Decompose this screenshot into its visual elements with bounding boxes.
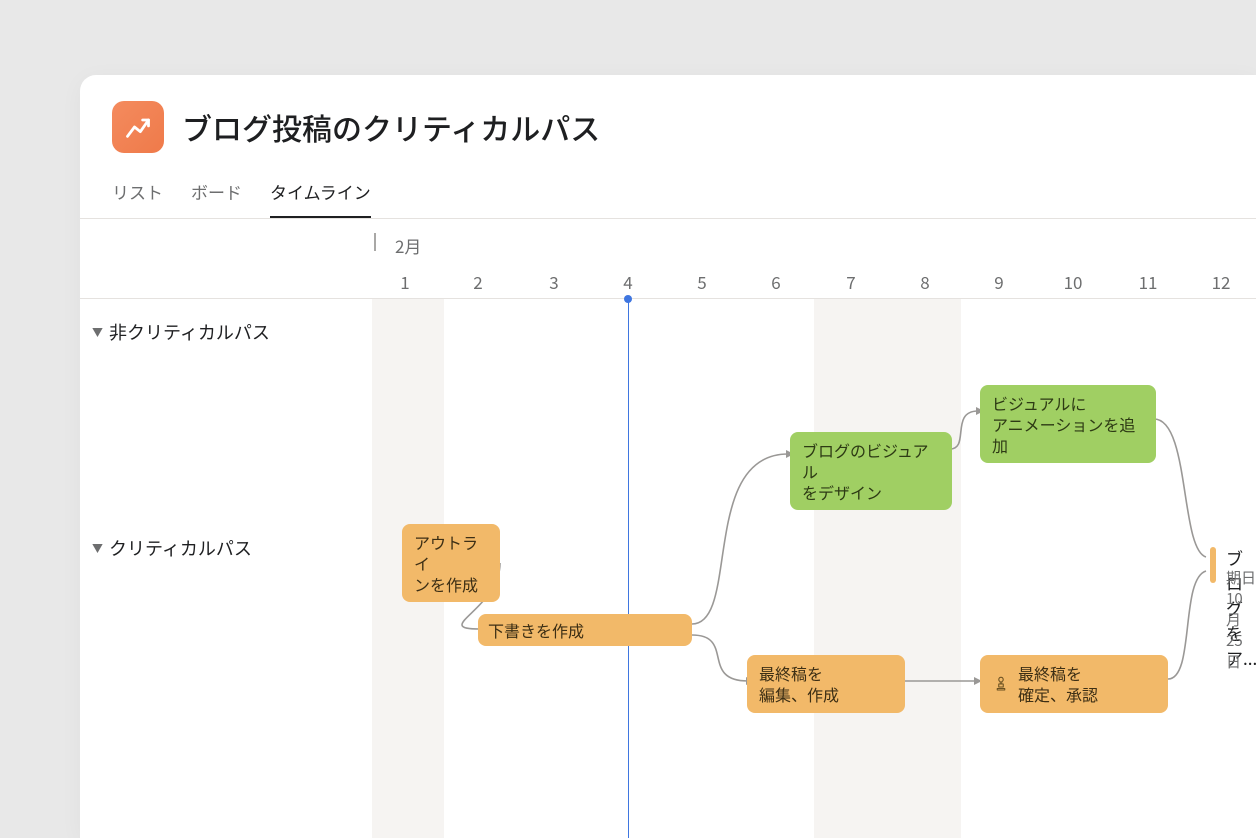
- day-6: 6: [771, 269, 780, 294]
- day-numbers: 1 2 3 4 5 6 7 8 9 10 11 12 13: [80, 269, 1256, 297]
- task-label-line: 編集、作成: [759, 684, 839, 705]
- view-tabs: リスト ボード タイムライン: [112, 179, 1224, 218]
- day-11: 11: [1139, 269, 1158, 294]
- task-draft[interactable]: 下書きを作成: [478, 614, 692, 646]
- chevron-down-icon: ▼: [92, 324, 103, 340]
- task-animate-visual[interactable]: ビジュアルに アニメーションを追加: [980, 385, 1156, 463]
- section-critical[interactable]: ▼ クリティカルパス: [92, 535, 252, 561]
- dependency-lines: [80, 299, 1256, 838]
- day-7: 7: [846, 269, 855, 294]
- task-label-line: 最終稿を: [1018, 663, 1098, 684]
- today-line: [628, 299, 629, 838]
- day-3: 3: [549, 269, 558, 294]
- day-4: 4: [623, 269, 632, 294]
- project-chart-icon[interactable]: [112, 101, 164, 153]
- task-label-line: 最終稿を: [759, 663, 839, 684]
- timeline-body[interactable]: ▼ 非クリティカルパス ▼ クリティカルパス: [80, 299, 1256, 838]
- tab-list[interactable]: リスト: [112, 179, 163, 218]
- day-2: 2: [473, 269, 482, 294]
- task-label: 下書きを作成: [488, 620, 584, 641]
- task-edit-final[interactable]: 最終稿を 編集、作成: [747, 655, 905, 713]
- task-outline[interactable]: アウトライ ンを作成: [402, 524, 500, 602]
- chart-icon: [124, 113, 152, 141]
- day-10: 10: [1064, 269, 1083, 294]
- day-9: 9: [994, 269, 1003, 294]
- tab-board[interactable]: ボード: [191, 179, 242, 218]
- day-1: 1: [400, 269, 409, 294]
- task-label-line: をデザイン: [802, 482, 940, 503]
- milestone-bar[interactable]: [1210, 547, 1216, 583]
- task-label-line: 確定、承認: [1018, 684, 1098, 705]
- task-design-visual[interactable]: ブログのビジュアル をデザイン: [790, 432, 952, 510]
- section-non-critical[interactable]: ▼ 非クリティカルパス: [92, 319, 270, 345]
- task-approve-final[interactable]: 最終稿を 確定、承認: [980, 655, 1168, 713]
- app-window: ブログ投稿のクリティカルパス リスト ボード タイムライン 2月 1 2 3 4…: [80, 75, 1256, 838]
- page-title: ブログ投稿のクリティカルパス: [182, 105, 600, 149]
- day-12: 12: [1212, 269, 1231, 294]
- chevron-down-icon: ▼: [92, 540, 103, 556]
- month-label: 2月: [395, 233, 421, 258]
- task-label-line: アウトライ: [414, 532, 488, 574]
- month-start-tick: [374, 233, 376, 251]
- section-label: クリティカルパス: [109, 535, 252, 561]
- day-5: 5: [697, 269, 706, 294]
- milestone-due: 期日 10月 25日: [1226, 567, 1256, 672]
- task-label-line: アニメーションを追加: [992, 414, 1144, 456]
- task-label-line: ンを作成: [414, 574, 488, 595]
- day-8: 8: [920, 269, 929, 294]
- stamp-icon: [992, 675, 1010, 693]
- timeline-date-header: 2月 1 2 3 4 5 6 7 8 9 10 11 12 13: [80, 219, 1256, 299]
- section-label: 非クリティカルパス: [109, 319, 270, 345]
- task-label-line: ブログのビジュアル: [802, 440, 940, 482]
- tab-timeline[interactable]: タイムライン: [270, 179, 371, 218]
- header: ブログ投稿のクリティカルパス リスト ボード タイムライン: [80, 75, 1256, 218]
- weekend-shade: [814, 299, 961, 838]
- title-row: ブログ投稿のクリティカルパス: [112, 101, 1224, 153]
- task-label-line: ビジュアルに: [992, 393, 1144, 414]
